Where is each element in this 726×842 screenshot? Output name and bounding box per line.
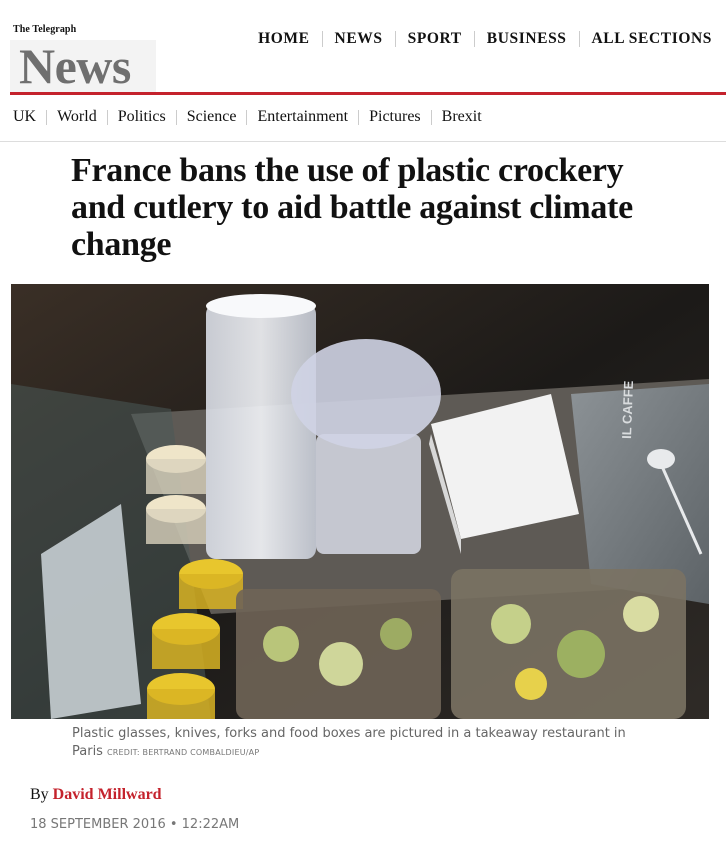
nav-sport[interactable]: SPORT: [408, 30, 462, 48]
section-title[interactable]: News: [19, 36, 131, 96]
photo-caption: Plastic glasses, knives, forks and food …: [72, 725, 632, 762]
subnav-politics[interactable]: Politics: [118, 108, 166, 126]
nav-home[interactable]: HOME: [258, 30, 309, 48]
top-nav: HOME NEWS SPORT BUSINESS ALL SECTIONS: [258, 30, 712, 48]
subnav-pictures[interactable]: Pictures: [369, 108, 421, 126]
subnav-divider: [46, 109, 48, 125]
brand-logo[interactable]: The Telegraph: [13, 24, 76, 35]
publish-date: 18 SEPTEMBER 2016 • 12:22AM: [30, 817, 240, 832]
subnav-entertainment[interactable]: Entertainment: [257, 108, 348, 126]
article-headline: France bans the use of plastic crockery …: [71, 152, 633, 263]
subnav-divider-line: [0, 141, 726, 142]
nav-business[interactable]: BUSINESS: [487, 30, 567, 48]
subnav-science[interactable]: Science: [187, 108, 237, 126]
subnav-brexit[interactable]: Brexit: [442, 108, 482, 126]
section-subnav: UK World Politics Science Entertainment …: [13, 108, 482, 126]
nav-news[interactable]: NEWS: [335, 30, 383, 48]
subnav-divider: [246, 109, 248, 125]
article-photo[interactable]: IL CAFFE: [11, 284, 709, 719]
author-link[interactable]: David Millward: [53, 786, 162, 803]
subnav-divider: [106, 109, 108, 125]
photo-credit: CREDIT: BERTRAND COMBALDIEU/AP: [106, 748, 260, 757]
nav-divider: [394, 31, 396, 47]
nav-divider: [578, 31, 580, 47]
nav-all-sections[interactable]: ALL SECTIONS: [592, 30, 712, 48]
byline: By David Millward: [30, 786, 162, 804]
subnav-divider: [175, 109, 177, 125]
header-accent-rule: [10, 92, 726, 95]
nav-divider: [321, 31, 323, 47]
nav-divider: [473, 31, 475, 47]
subnav-divider: [430, 109, 432, 125]
photo-tray-label: IL CAFFE: [619, 380, 636, 439]
subnav-world[interactable]: World: [57, 108, 97, 126]
subnav-uk[interactable]: UK: [13, 108, 36, 126]
subnav-divider: [358, 109, 360, 125]
byline-prefix: By: [30, 786, 49, 803]
